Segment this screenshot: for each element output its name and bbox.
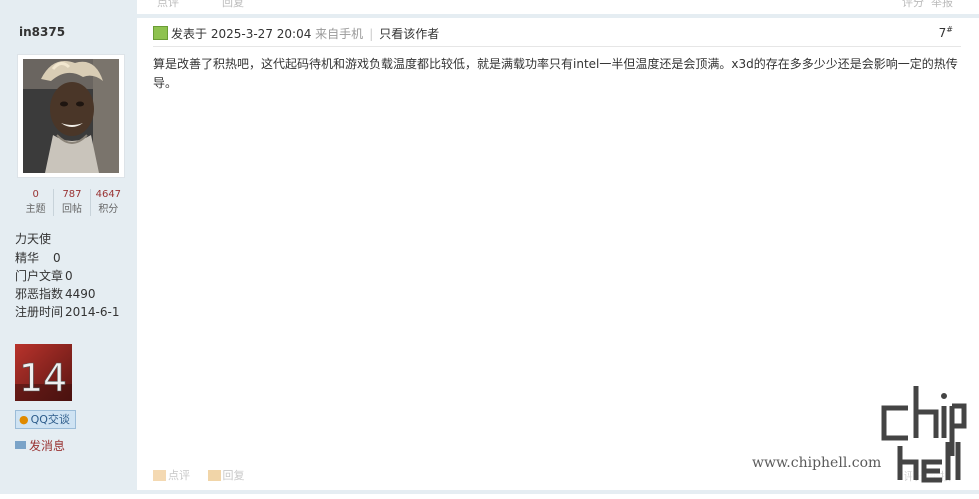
qq-penguin-icon: ● <box>19 413 29 426</box>
detail-value: 2014-6-1 <box>65 305 120 319</box>
comment-label: 点评 <box>168 469 190 482</box>
comment-icon <box>153 470 166 481</box>
send-message-label: 发消息 <box>29 439 66 453</box>
detail-key: 邪恶指数 <box>15 287 64 301</box>
prev-reply-link[interactable]: 回复 <box>222 0 244 10</box>
detail-key: 门户文章 <box>15 269 64 283</box>
posted-time: 2025-3-27 20:04 <box>210 27 312 41</box>
post-meta: 发表于 2025-3-27 20:04 来自手机 | 只看该作者 <box>153 25 439 42</box>
reply-icon <box>207 470 221 481</box>
prev-comment-link[interactable]: 点评 <box>157 0 179 10</box>
posted-prefix: 发表于 <box>171 27 208 41</box>
floor-sup: # <box>946 25 953 34</box>
online-status-icon <box>153 26 168 40</box>
reply-label: 回复 <box>222 469 245 482</box>
stat-points-value: 4647 <box>95 189 122 200</box>
author-details: 精华 0 门户文章 0 邪恶指数 4490 注册时间 2014-6-1 <box>15 249 119 321</box>
medal-badge[interactable]: 14 <box>15 344 72 401</box>
post-divider <box>0 490 979 494</box>
detail-key: 注册时间 <box>15 305 64 319</box>
watermark-site-text: www.chiphell.com <box>752 455 882 471</box>
comment-button[interactable]: 点评 <box>153 469 190 482</box>
send-message-link[interactable]: 发消息 <box>15 437 65 454</box>
avatar[interactable] <box>17 54 125 178</box>
user-group[interactable]: 力天使 <box>15 230 51 247</box>
detail-value: 0 <box>65 269 73 283</box>
detail-row: 注册时间 2014-6-1 <box>15 303 119 321</box>
post-divider <box>0 14 979 18</box>
floor-number[interactable]: 7# <box>939 25 953 40</box>
prev-report-link[interactable]: 举报 <box>931 0 953 10</box>
author-sidebar: in8375 0 主题 787 回帖 4647 积分 力天使 精华 0 门户文章… <box>0 18 137 490</box>
author-username[interactable]: in8375 <box>19 25 65 39</box>
stat-threads[interactable]: 0 主题 <box>18 189 53 216</box>
stat-replies-value: 787 <box>62 189 82 200</box>
stat-points-label: 积分 <box>98 204 119 215</box>
stat-points[interactable]: 4647 积分 <box>89 189 126 216</box>
qq-label: QQ交谈 <box>30 413 70 426</box>
stat-threads-label: 主题 <box>25 204 46 215</box>
stat-threads-value: 0 <box>32 189 39 200</box>
reply-button[interactable]: 回复 <box>207 469 245 482</box>
post-header-divider <box>153 46 961 47</box>
envelope-icon <box>15 441 26 449</box>
post-actions: 点评 回复 <box>153 467 245 483</box>
previous-post-footer: 点评 回复 评分 举报 <box>0 0 979 14</box>
detail-key: 精华 <box>15 251 40 265</box>
detail-value: 0 <box>53 251 61 265</box>
stat-replies-label: 回帖 <box>61 204 82 215</box>
detail-row: 邪恶指数 4490 <box>15 285 119 303</box>
previous-author-column <box>0 0 137 14</box>
avatar-image[interactable] <box>23 59 119 173</box>
stat-replies[interactable]: 787 回帖 <box>53 189 89 216</box>
only-author-link[interactable]: 只看该作者 <box>379 27 439 41</box>
author-stats: 0 主题 787 回帖 4647 积分 <box>18 189 126 216</box>
qq-chat-button[interactable]: ● QQ交谈 <box>15 410 76 429</box>
prev-rate-link[interactable]: 评分 <box>902 0 924 10</box>
meta-separator: | <box>369 27 374 41</box>
detail-row: 精华 0 <box>15 249 119 267</box>
detail-row: 门户文章 0 <box>15 267 119 285</box>
medal-number: 14 <box>19 356 67 400</box>
post-source: 来自手机 <box>315 27 364 41</box>
detail-value: 4490 <box>65 287 96 301</box>
post-body: 算是改善了积热吧，这代起码待机和游戏负载温度都比较低，就是满载功率只有intel… <box>153 57 958 90</box>
